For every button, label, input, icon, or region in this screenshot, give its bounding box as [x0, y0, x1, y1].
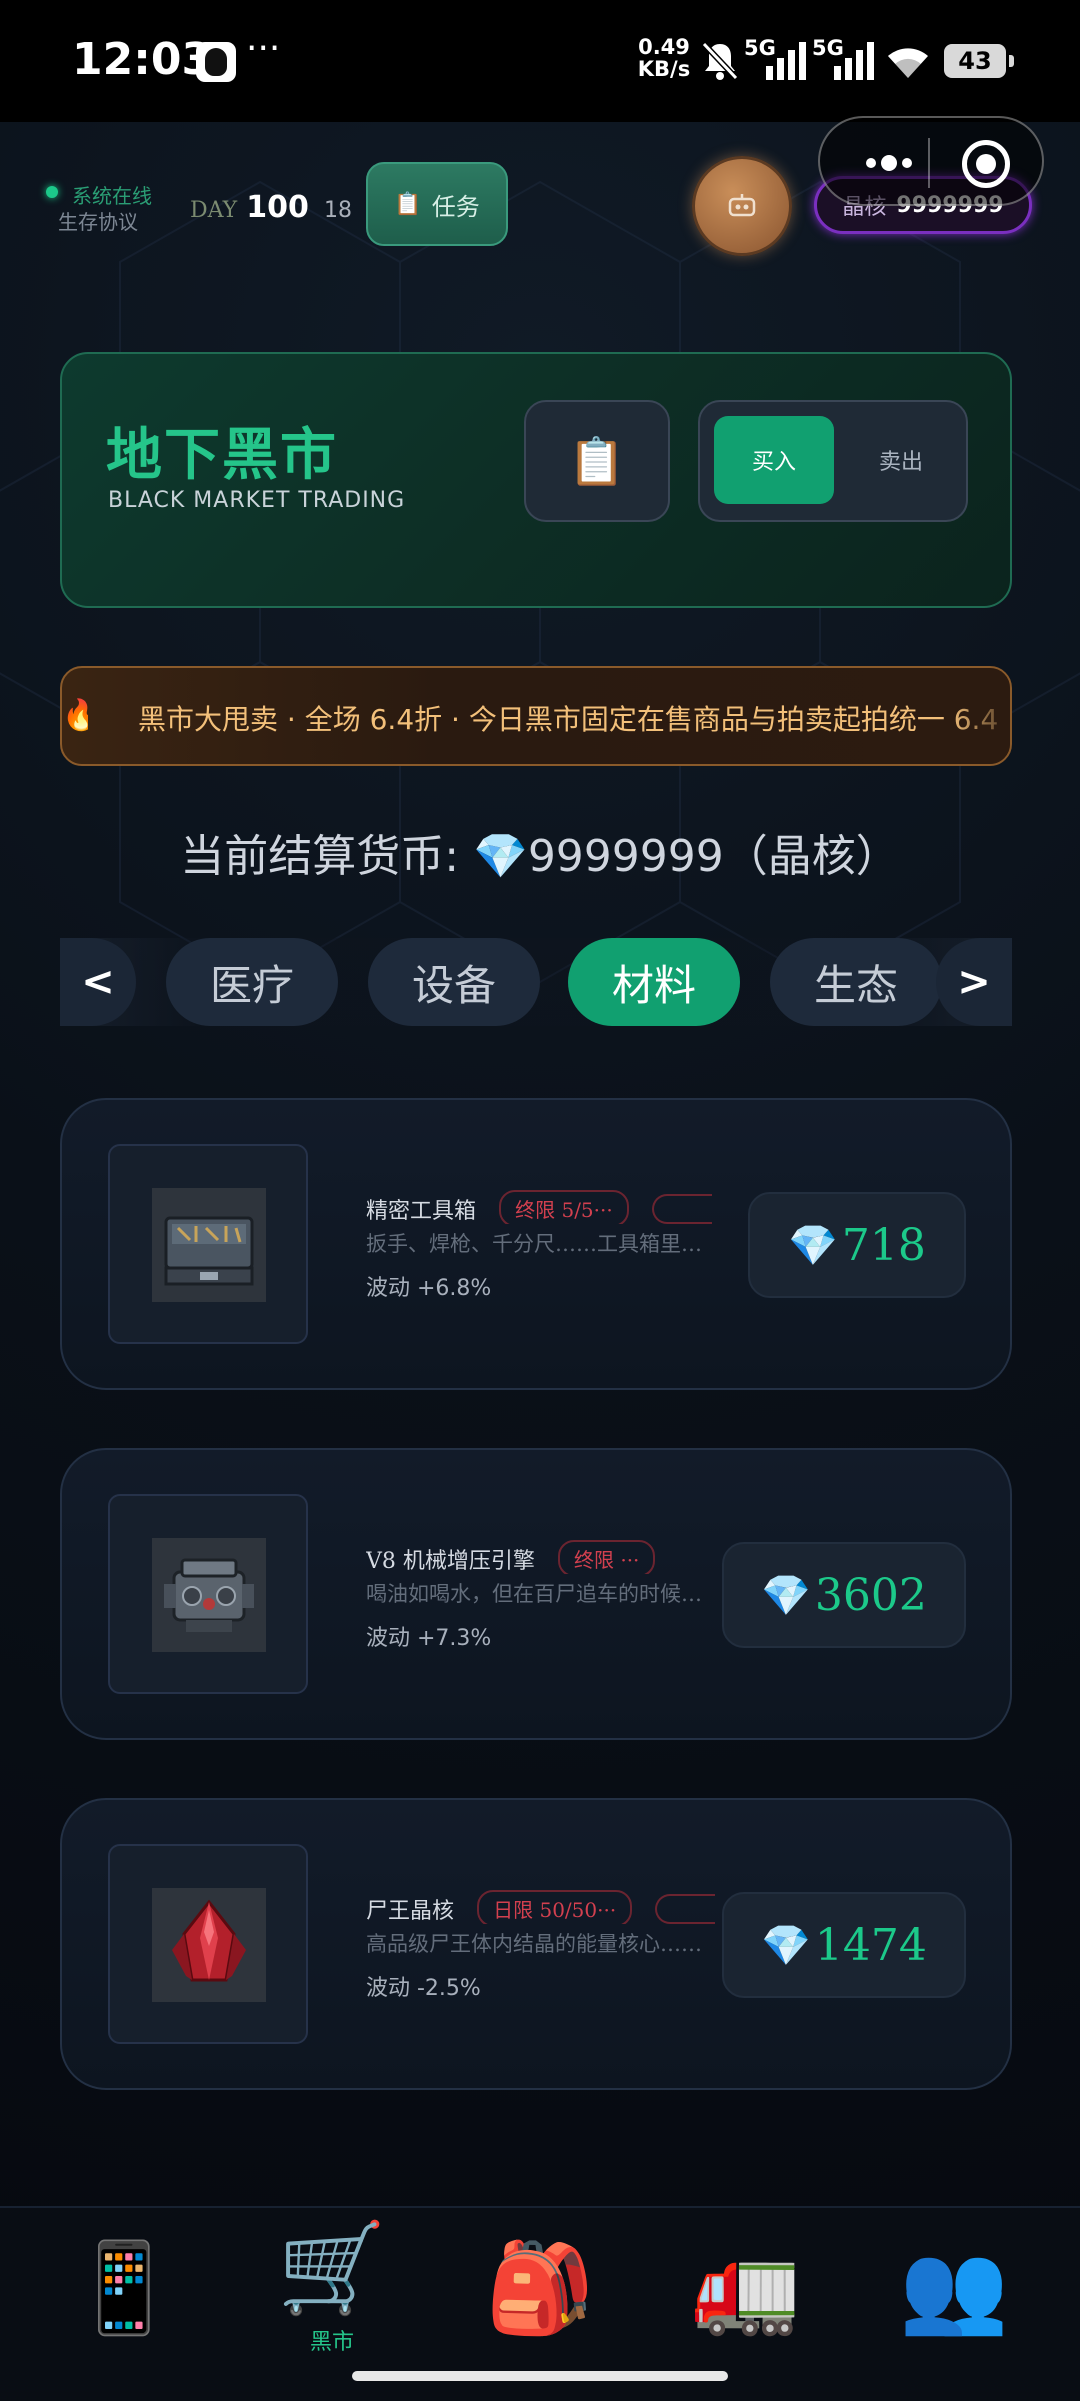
buy-tab[interactable]: 买入 [714, 416, 834, 504]
capsule-divider [928, 138, 930, 188]
toolbox-icon [152, 1188, 266, 1302]
black-market-header: 地下黑市 BLACK MARKET TRADING 📋 买入 卖出 [60, 352, 1012, 608]
item-price: 3602 [814, 1569, 927, 1621]
network-speed-value: 0.49 [638, 35, 690, 59]
diamond-icon: 💎 [788, 1222, 838, 1269]
miniprogram-capsule [818, 116, 1044, 206]
item-volatility: 波动 +6.8% [366, 1276, 492, 1301]
phone-icon: 📱 [69, 2236, 179, 2339]
item-description: 扳手、焊枪、千分尺……工具箱里装着重建文明的… [366, 1232, 706, 1256]
tab-materials[interactable]: 材料 [568, 938, 740, 1026]
tabs-next-button[interactable]: > [936, 938, 1012, 1026]
tab-equipment[interactable]: 设备 [368, 938, 540, 1026]
day-value: 100 [246, 190, 309, 225]
item-thumbnail [108, 1494, 308, 1694]
item-price: 718 [841, 1219, 926, 1271]
item-name: 精密工具箱 [366, 1198, 477, 1224]
page-title: 地下黑市 [106, 422, 338, 488]
item-thumbnail [108, 1844, 308, 2044]
page-subtitle: BLACK MARKET TRADING [108, 488, 406, 513]
clipboard-icon: 📋 [394, 191, 422, 217]
battery-icon: 43 [944, 44, 1014, 78]
item-volatility: 波动 -2.5% [366, 1976, 481, 2001]
robot-icon [728, 194, 756, 217]
item-price-button[interactable]: 💎 1474 [722, 1892, 966, 1998]
nav-team[interactable]: 👥 [894, 2228, 1014, 2388]
home-indicator[interactable] [352, 2371, 728, 2381]
more-notifications-icon: ··· [246, 28, 281, 69]
nav-label: 黑市 [309, 2330, 354, 2355]
item-description: 喝油如喝水，但在百尸追车的时候…… [366, 1582, 706, 1606]
people-icon: 👥 [899, 2236, 1009, 2339]
close-miniprogram-icon[interactable] [962, 140, 1010, 188]
backpack-icon: 🎒 [485, 2236, 595, 2339]
item-limit-badge: 日限 50/50··· [477, 1890, 633, 1924]
clipboard-icon: 📋 [568, 433, 626, 488]
item-extra-badge [655, 1893, 716, 1924]
robot-assistant-button[interactable] [692, 156, 792, 256]
engine-icon [152, 1538, 266, 1652]
nav-black-market[interactable]: 🛒 黑市 [272, 2208, 392, 2368]
network-speed: 0.49 KB/s [636, 36, 692, 80]
item-extra-badge [651, 1193, 712, 1224]
item-name: 尸王晶核 [366, 1898, 455, 1924]
item-limit-badge: 终限 5/5··· [499, 1190, 629, 1224]
wifi-icon [888, 48, 928, 78]
item-limit-badge: 终限 ··· [557, 1540, 656, 1574]
market-item-card[interactable]: 精密工具箱 终限 5/5··· 扳手、焊枪、千分尺……工具箱里装着重建文明的… … [60, 1098, 1012, 1390]
settlement-currency: 当前结算货币: 💎9999999（晶核） [180, 831, 900, 882]
network-speed-unit: KB/s [637, 57, 691, 81]
promo-ticker: 🔥 黑市大甩卖 · 全场 6.4折 · 今日黑市固定在售商品与拍卖起拍统一 6.… [60, 666, 1012, 766]
trade-mode-toggle: 买入 卖出 [698, 400, 968, 522]
ticker-fade [950, 668, 1010, 764]
truck-icon: 🚛 [691, 2236, 801, 2339]
item-title-row: 尸王晶核 日限 50/50··· [366, 1890, 776, 1924]
red-crystal-icon [152, 1888, 266, 2002]
item-title-row: 精密工具箱 终限 5/5··· [366, 1190, 776, 1224]
category-tabs: < 医疗 设备 材料 生态 > [60, 938, 1012, 1026]
day-counter: DAY 100 18 [190, 190, 352, 225]
item-price-button[interactable]: 💎 3602 [722, 1542, 966, 1648]
cart-icon: 🛒 [277, 2216, 387, 2319]
signal-sim2-icon: 5G [812, 36, 882, 84]
protocol-label: 生存协议 [58, 210, 138, 234]
diamond-icon: 💎 [761, 1922, 811, 1969]
item-price: 1474 [814, 1919, 927, 1971]
item-description: 高品级尸王体内结晶的能量核心…… [366, 1932, 702, 1956]
sell-tab[interactable]: 卖出 [846, 416, 956, 504]
qq-notification-icon [196, 42, 236, 82]
market-item-card[interactable]: 尸王晶核 日限 50/50··· 高品级尸王体内结晶的能量核心…… 波动 -2.… [60, 1798, 1012, 2090]
signal-sim1-icon: 5G [744, 36, 814, 84]
tab-medical[interactable]: 医疗 [166, 938, 338, 1026]
day-label: DAY [190, 198, 238, 223]
status-bar: 12:03 ··· 0.49 KB/s 5G 5G 43 [0, 0, 1080, 122]
item-thumbnail [108, 1144, 308, 1344]
tab-ecology[interactable]: 生态 [770, 938, 942, 1026]
status-time: 12:03 [72, 34, 213, 85]
ticker-text: 黑市大甩卖 · 全场 6.4折 · 今日黑市固定在售商品与拍卖起拍统一 6.4 [138, 703, 999, 736]
diamond-icon: 💎 [761, 1572, 811, 1619]
day-sub-value: 18 [323, 198, 352, 223]
item-volatility: 波动 +7.3% [366, 1626, 492, 1651]
mute-bell-icon [701, 41, 739, 81]
nav-truck[interactable]: 🚛 [686, 2228, 806, 2388]
task-label: 任务 [431, 192, 480, 221]
item-price-button[interactable]: 💎 718 [748, 1192, 966, 1298]
nav-phone[interactable]: 📱 [64, 2228, 184, 2388]
item-name: V8 机械增压引擎 [366, 1548, 535, 1574]
fire-icon: 🔥 [62, 698, 88, 733]
market-item-card[interactable]: V8 机械增压引擎 终限 ··· 喝油如喝水，但在百尸追车的时候…… 波动 +7… [60, 1448, 1012, 1740]
tabs-prev-button[interactable]: < [60, 938, 136, 1026]
task-button[interactable]: 📋 任务 [366, 162, 508, 246]
more-options-icon[interactable] [854, 143, 924, 183]
item-title-row: V8 机械增压引擎 终限 ··· [366, 1540, 776, 1574]
online-dot-icon [46, 186, 58, 198]
nav-backpack[interactable]: 🎒 [480, 2228, 600, 2388]
online-label: 系统在线 [72, 184, 152, 208]
records-button[interactable]: 📋 [524, 400, 670, 522]
